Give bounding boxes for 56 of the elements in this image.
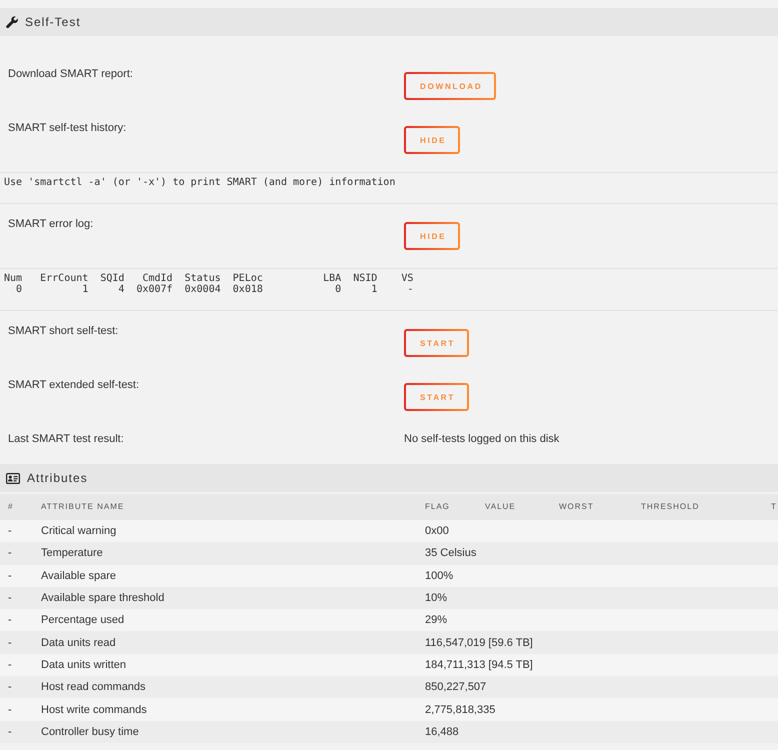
table-cell-text: Temperature (40, 546, 104, 560)
table-cell-text: 10% (424, 591, 448, 606)
table-cell-text: Critical warning (40, 524, 118, 538)
action-button[interactable]: HIDE (404, 222, 460, 250)
table-cell-text: - (7, 702, 13, 717)
column-header: WORST (558, 502, 595, 512)
table-cell-text: Available spare (40, 568, 118, 583)
table-cell-text: 29% (424, 613, 448, 628)
table-cell-text: - (7, 546, 13, 560)
field-label: Download SMART report: (8, 67, 133, 81)
table-cell-text: 850,227,507 (424, 680, 488, 694)
table-cell-text: 35 Celsius (424, 546, 478, 560)
field-label: SMART extended self-test: (8, 378, 140, 392)
table-cell-text: 0x00 (424, 524, 450, 538)
table-cell-text: Data units read (40, 636, 117, 650)
field-label: Last SMART test result: (8, 432, 124, 446)
field-label: SMART short self-test: (8, 324, 118, 338)
column-header: # (7, 502, 14, 512)
action-button[interactable]: HIDE (404, 126, 460, 154)
field-label: SMART error log: (8, 217, 94, 231)
table-cell-text: Host write commands (40, 702, 148, 717)
action-button[interactable]: DOWNLOAD (404, 72, 496, 100)
table-cell-text: Data units written (40, 658, 127, 672)
action-button[interactable]: START (404, 329, 470, 357)
table-cell-text: 16,488 (424, 724, 460, 739)
table-cell-text: - (7, 724, 13, 739)
wrench-icon (6, 16, 18, 28)
table-cell-text: Available spare threshold (40, 591, 166, 606)
section-title: Self-Test (25, 15, 81, 29)
table-cell-text: - (7, 636, 13, 650)
column-header: FLAG (424, 502, 451, 512)
field-label: SMART self-test history: (8, 121, 126, 135)
table-cell-text: 184,711,313 [94.5 TB] (424, 658, 534, 672)
console-output-line: 0 1 4 0x007f 0x0004 0x018 0 1 - (15, 284, 414, 295)
table-cell-text: Percentage used (40, 613, 126, 628)
table-cell-text: - (7, 680, 13, 694)
action-button[interactable]: START (404, 383, 470, 411)
table-cell-text: 100% (424, 568, 454, 583)
section-title: Attributes (27, 471, 88, 485)
column-header: VALUE (484, 502, 517, 512)
column-header: ATTRIBUTE NAME (40, 502, 126, 512)
table-cell-text: Host read commands (40, 680, 147, 694)
table-cell-text: - (7, 613, 13, 628)
table-cell-text: - (7, 568, 13, 583)
table-cell-text: - (7, 658, 13, 672)
column-header: T (770, 502, 777, 512)
console-output-line: Use 'smartctl -a' (or '-x') to print SMART (and more) information (4, 177, 396, 188)
table-cell-text: - (7, 524, 13, 538)
result-text: No self-tests logged on this disk (404, 432, 560, 446)
table-cell-text: 2,775,818,335 (424, 702, 496, 717)
column-header: THRESHOLD (640, 502, 700, 512)
table-cell-text: 116,547,019 [59.6 TB] (424, 636, 534, 650)
table-cell-text: Controller busy time (40, 724, 140, 739)
id-card-icon (6, 472, 20, 484)
table-cell-text: - (7, 591, 13, 606)
console-output-line: Num ErrCount SQId CmdId Status PELoc LBA NSID VS (4, 273, 414, 284)
